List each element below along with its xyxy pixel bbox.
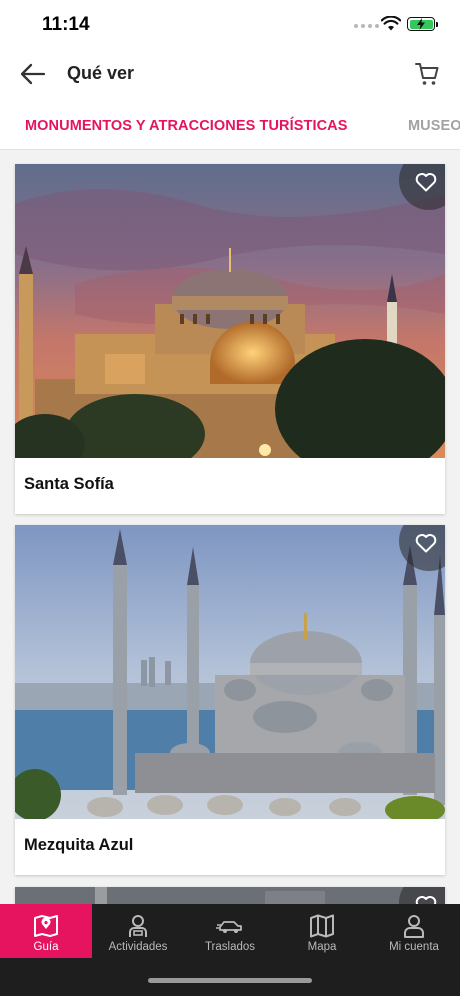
- battery-tip: [436, 22, 438, 27]
- status-time: 11:14: [42, 14, 90, 35]
- nav-label: Traslados: [204, 941, 256, 953]
- map-icon: [310, 914, 334, 938]
- blue-mosque-photo: [15, 525, 445, 819]
- cart-icon: [415, 63, 439, 85]
- wifi-icon: [381, 16, 401, 31]
- app-header: Qué ver: [0, 48, 460, 100]
- cellular-signal-icon: [354, 24, 379, 28]
- charging-bolt-icon: [417, 18, 425, 30]
- nav-item-mi-cuenta[interactable]: Mi cuenta: [368, 904, 460, 958]
- nav-item-mapa[interactable]: Mapa: [276, 904, 368, 958]
- nav-label: Mapa: [307, 941, 337, 953]
- nav-label: Guía: [33, 941, 59, 953]
- status-bar: 11:14: [0, 0, 460, 48]
- heart-outline-icon: [415, 534, 437, 553]
- attraction-card[interactable]: Mezquita Azul: [15, 525, 445, 875]
- back-button[interactable]: [16, 58, 50, 90]
- nav-item-actividades[interactable]: Actividades: [92, 904, 184, 958]
- card-title: Mezquita Azul: [24, 836, 134, 854]
- home-indicator: [148, 978, 312, 983]
- nav-label: Mi cuenta: [389, 941, 439, 953]
- card-title: Santa Sofía: [24, 475, 114, 493]
- nav-item-guia[interactable]: Guía: [0, 904, 92, 958]
- screen: 11:14 Qué ver MONUMENTOS Y ATRACCIONES T…: [0, 0, 460, 996]
- user-icon: [404, 915, 424, 938]
- heart-outline-icon: [415, 173, 437, 192]
- cart-button[interactable]: [410, 57, 444, 91]
- page-title: Qué ver: [67, 63, 135, 83]
- guide-person-icon: [129, 915, 147, 937]
- transfer-car-icon: [216, 921, 242, 933]
- map-book-icon: [34, 915, 58, 937]
- nav-item-traslados[interactable]: Traslados: [184, 904, 276, 958]
- hagia-sophia-photo: [15, 164, 445, 458]
- category-tabs: MONUMENTOS Y ATRACCIONES TURÍSTICAS MUSE…: [0, 100, 460, 150]
- nav-label: Actividades: [108, 941, 168, 953]
- attraction-card[interactable]: Santa Sofía: [15, 164, 445, 514]
- tab-monumentos[interactable]: MONUMENTOS Y ATRACCIONES TURÍSTICAS: [25, 118, 348, 134]
- arrow-left-icon: [20, 63, 46, 85]
- tab-museos[interactable]: MUSEOS: [408, 118, 460, 134]
